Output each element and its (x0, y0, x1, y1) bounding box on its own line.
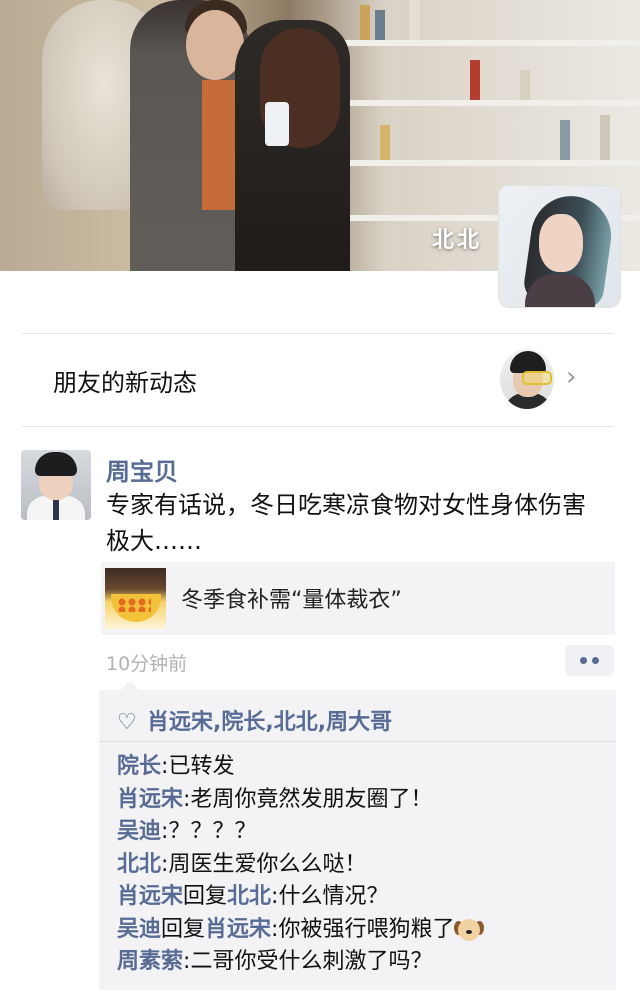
like-name[interactable]: 周大哥 (326, 710, 392, 735)
like-separator: , (317, 710, 327, 735)
commenter-name[interactable]: 院长 (117, 754, 161, 779)
comment-text: 已转发 (168, 754, 235, 779)
commenter-name[interactable]: 肖远宋 (117, 787, 183, 812)
comment-item[interactable]: 周素萦:二哥你受什么刺激了吗？ (117, 946, 607, 979)
heart-icon: ♡ (117, 710, 137, 735)
commenter-name[interactable]: 周素萦 (117, 949, 183, 974)
like-name[interactable]: 北北 (274, 710, 318, 735)
comment-text: 你被强行喂狗粮了 (278, 916, 455, 942)
comment-list: 院长:已转发 肖远宋:老周你竟然发朋友圈了！ 吴迪:？？？？ 北北:周医生爱你么… (117, 751, 607, 979)
comment-item[interactable]: 肖远宋回复北北:什么情况？ (117, 881, 607, 914)
comment-item[interactable]: 肖远宋:老周你竟然发朋友圈了！ (117, 784, 607, 817)
like-separator: , (265, 710, 274, 735)
like-name[interactable]: 肖远宋 (147, 710, 213, 735)
friends-updates-row[interactable]: 朋友的新动态 › (0, 334, 640, 426)
reply-word: 回复 (183, 884, 228, 909)
divider (22, 426, 614, 427)
dog-icon (454, 917, 485, 943)
friend-avatar (500, 349, 554, 409)
link-thumbnail (105, 568, 166, 629)
commenter-name[interactable]: 肖远宋 (117, 884, 183, 909)
comment-item[interactable]: 院长:已转发 (117, 751, 607, 784)
reply-target-name[interactable]: 肖远宋 (205, 917, 271, 942)
comment-text: ？？？？ (168, 819, 257, 844)
commenter-name[interactable]: 北北 (117, 852, 161, 877)
cover-person-man (130, 0, 250, 271)
like-name[interactable]: 院长 (221, 710, 265, 735)
dot-icon (580, 657, 587, 664)
reply-word: 回复 (161, 916, 206, 942)
dot-icon (592, 657, 599, 664)
chevron-right-icon: › (566, 362, 577, 392)
post-text: 专家有话说，冬日吃寒凉食物对女性身体伤害极大…… (106, 491, 586, 555)
commenter-name[interactable]: 吴迪 (117, 917, 161, 942)
likes-divider (99, 741, 616, 742)
link-title: 冬季食补需“量体裁衣” (181, 588, 402, 613)
comment-text: 老周你竟然发朋友圈了！ (190, 786, 433, 812)
commenter-name[interactable]: 吴迪 (117, 819, 161, 844)
comment-item[interactable]: 吴迪回复肖远宋:你被强行喂狗粮了 (117, 914, 607, 947)
post-author-name[interactable]: 周宝贝 (106, 452, 178, 487)
profile-name[interactable]: 北北 (400, 222, 482, 254)
profile-avatar[interactable] (499, 186, 620, 307)
comment-item[interactable]: 北北:周医生爱你么么哒！ (117, 849, 607, 882)
likes-row: ♡ 肖远宋,院长,北北,周大哥 (117, 704, 392, 736)
shared-link-card[interactable]: 冬季食补需“量体裁衣” (101, 562, 615, 635)
cover-person-woman (235, 20, 350, 271)
comment-text: 什么情况？ (278, 884, 389, 909)
comment-text: 二哥你受什么刺激了吗？ (190, 949, 433, 974)
reply-target-name[interactable]: 北北 (227, 884, 271, 909)
comment-text: 周医生爱你么么哒！ (168, 851, 367, 877)
likes-comments-panel: ♡ 肖远宋,院长,北北,周大哥 院长:已转发 肖远宋:老周你竟然发朋友圈了！ 吴迪… (99, 681, 616, 990)
post-time: 10分钟前 (106, 653, 188, 675)
friends-updates-label: 朋友的新动态 (53, 369, 197, 397)
comment-item[interactable]: 吴迪:？？？？ (117, 816, 607, 849)
more-actions-button[interactable] (565, 645, 614, 676)
post-author-avatar[interactable] (21, 450, 91, 520)
